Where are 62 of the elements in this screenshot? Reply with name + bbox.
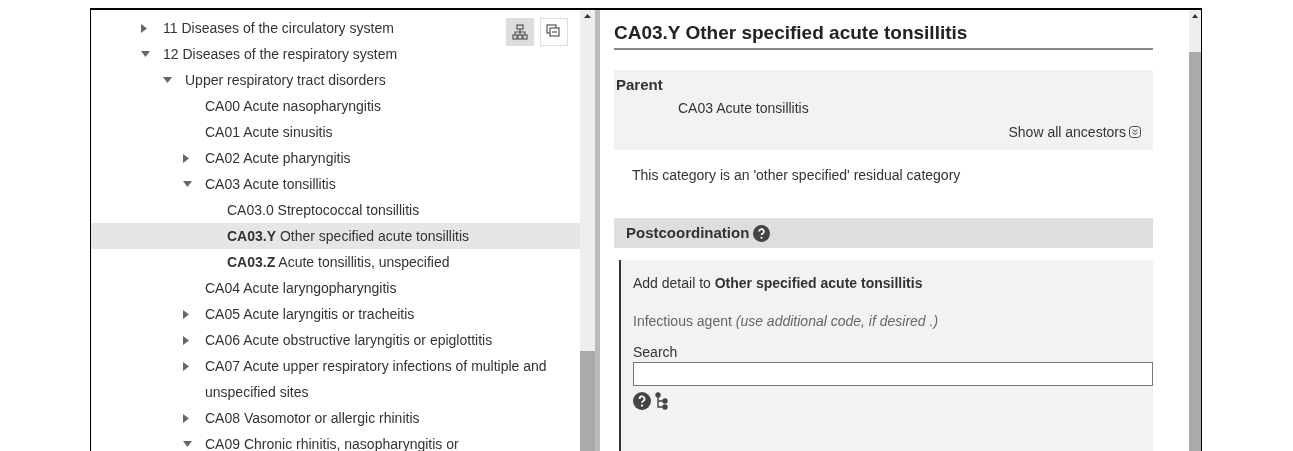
collapsed-arrow-icon[interactable] [141,23,147,33]
tree-item-label: CA06 Acute obstructive laryngitis or epiglottitis [205,331,493,350]
tree-item-label: CA03.0 Streptococcal tonsillitis [227,201,420,220]
tree-row[interactable]: CA05 Acute laryngitis or tracheitis [91,301,581,327]
search-field[interactable] [633,362,1153,386]
tree-item-label: CA09 Chronic rhinitis, nasopharyngitis or [205,435,459,451]
parent-heading: Parent [616,75,663,95]
tree-item-label: CA00 Acute nasopharyngitis [205,97,381,116]
tree-row[interactable]: CA09 Chronic rhinitis, nasopharyngitis or [91,431,581,451]
expanded-arrow-icon[interactable] [183,181,192,187]
tree-row[interactable]: 11 Diseases of the circulatory system [91,15,581,41]
tree-row[interactable]: CA03.0 Streptococcal tonsillitis [91,197,581,223]
tree-item-label: CA04 Acute laryngopharyngitis [205,279,397,298]
scrollbar[interactable] [580,10,596,451]
tree-item-label: Upper respiratory tract disorders [185,71,386,90]
tree-item-label: CA03 Acute tonsillitis [205,175,336,194]
residual-note: This category is an 'other specified' residual category [631,166,962,185]
tree-item-label: CA03.Z Acute tonsillitis, unspecified [227,253,450,272]
tree-item-label: CA07 Acute upper respiratory infections of multiple and unspecified sites [205,357,548,402]
hierarchy-view-button[interactable] [506,18,535,46]
infectious-agent-text: Infectious agent (use additional code, if desired .) [633,312,940,331]
tree-row[interactable]: CA03 Acute tonsillitis [91,171,581,197]
tree-row[interactable]: CA01 Acute sinusitis [91,119,581,145]
collapsed-arrow-icon[interactable] [183,413,189,423]
tree-row[interactable]: CA03.Z Acute tonsillitis, unspecified [91,249,581,275]
hierarchy-tree-icon[interactable] [655,392,669,410]
expanded-arrow-icon[interactable] [163,77,172,83]
search-label: Search [633,343,678,362]
collapse-all-button[interactable] [540,18,569,46]
tree-row[interactable]: CA04 Acute laryngopharyngitis [91,275,581,301]
tree-row[interactable]: CA03.Y Other specified acute tonsillitis [91,223,581,249]
tree-item-label: CA01 Acute sinusitis [205,123,333,142]
help-icon[interactable] [633,392,651,410]
tree-item-label: CA02 Acute pharyngitis [205,149,351,168]
collapsed-arrow-icon[interactable] [183,361,189,371]
expanded-arrow-icon[interactable] [183,441,192,447]
tree-row[interactable]: CA06 Acute obstructive laryngitis or epiglottitis [91,327,581,353]
double-chevron-down-icon[interactable] [1129,126,1141,138]
tree-row[interactable]: CA00 Acute nasopharyngitis [91,93,581,119]
tree-row[interactable]: CA08 Vasomotor or allergic rhinitis [91,405,581,431]
tree-row[interactable]: CA07 Acute upper respiratory infections of multiple and unspecified sites [91,353,581,405]
hierarchy-icon [512,24,529,40]
tree-row[interactable]: 12 Diseases of the respiratory system [91,41,581,67]
show-ancestors-link[interactable]: Show all ancestors [1008,120,1126,144]
tree-row[interactable]: Upper respiratory tract disorders [91,67,581,93]
tree-item-label: CA05 Acute laryngitis or tracheitis [205,305,415,324]
tree-row[interactable]: CA02 Acute pharyngitis [91,145,581,171]
expanded-arrow-icon[interactable] [141,51,150,57]
parent-link[interactable]: CA03 Acute tonsillitis [616,96,809,120]
collapsed-arrow-icon[interactable] [183,153,189,163]
collapsed-arrow-icon[interactable] [183,309,189,319]
tree-item-label: CA08 Vasomotor or allergic rhinitis [205,409,420,428]
postcoordination-heading: Postcoordination [626,222,750,243]
tree-item-label: 11 Diseases of the circulatory system [163,19,394,38]
collapsed-arrow-icon[interactable] [183,335,189,345]
scrollbar-thumb[interactable] [580,351,596,451]
stacked-windows-icon [546,24,563,40]
detail-title: CA03.Y Other specified acute tonsillitis [614,20,1153,50]
help-icon[interactable] [753,224,771,242]
add-detail-text: Add detail to Other specified acute tonsillitis [633,274,924,293]
tree-item-label: CA03.Y Other specified acute tonsillitis [227,227,469,246]
tree-item-label: 12 Diseases of the respiratory system [163,45,398,64]
